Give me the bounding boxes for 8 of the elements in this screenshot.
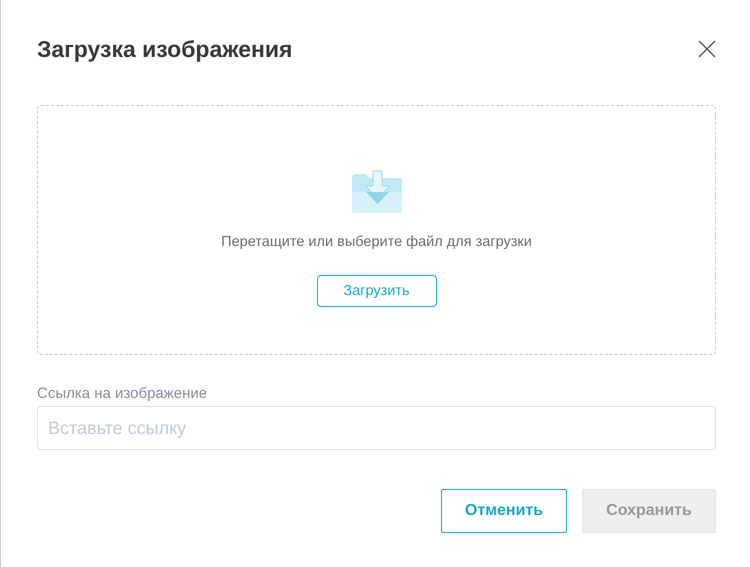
link-input-field[interactable]: Вставьте ссылку bbox=[37, 406, 716, 450]
dialog-title: Загрузка изображения bbox=[37, 36, 292, 62]
drop-zone[interactable]: Перетащите или выберите файл для загрузки Загрузить bbox=[37, 105, 716, 355]
close-icon[interactable] bbox=[698, 40, 716, 58]
drop-hint: Перетащите или выберите файл для загрузки bbox=[221, 234, 532, 250]
cancel-button[interactable]: Отменить bbox=[441, 489, 567, 533]
upload-button[interactable]: Загрузить bbox=[316, 275, 436, 307]
field-label: Ссылка на изображение bbox=[37, 385, 208, 402]
